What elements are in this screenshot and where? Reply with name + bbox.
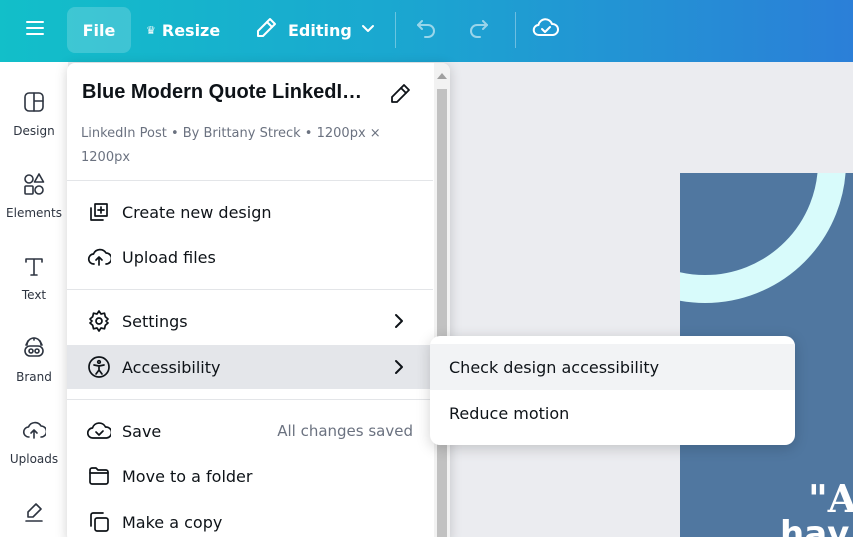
sidebar-item-text[interactable]: Text bbox=[0, 254, 68, 302]
pencil-icon bbox=[254, 16, 278, 44]
menu-item-label: Save bbox=[122, 421, 162, 441]
redo-icon bbox=[467, 16, 491, 44]
menu-item-move-to-folder[interactable]: Move to a folder bbox=[67, 454, 433, 498]
cloud-check-icon bbox=[86, 419, 113, 443]
undo-icon bbox=[414, 16, 438, 44]
menu-item-upload-files[interactable]: Upload files bbox=[67, 235, 433, 279]
accessibility-submenu: Check design accessibility Reduce motion bbox=[430, 336, 795, 445]
menu-item-label: Create new design bbox=[122, 202, 272, 222]
draw-icon bbox=[22, 500, 46, 528]
top-toolbar: File ♛ Resize Editing bbox=[0, 0, 853, 62]
submenu-item-label: Check design accessibility bbox=[449, 357, 660, 377]
chevron-right-icon bbox=[392, 311, 406, 335]
menu-item-accessibility[interactable]: Accessibility bbox=[67, 345, 433, 389]
menu-divider bbox=[67, 399, 433, 400]
canvas-ring-shape bbox=[680, 173, 846, 303]
toolbar-divider bbox=[395, 12, 396, 48]
menu-item-make-copy[interactable]: Make a copy bbox=[67, 500, 433, 537]
file-menu-panel: Blue Modern Quote LinkedI… LinkedIn Post… bbox=[67, 63, 450, 537]
toolbar-divider bbox=[515, 12, 516, 48]
menu-item-settings[interactable]: Settings bbox=[67, 299, 433, 343]
main-menu-button[interactable] bbox=[20, 7, 50, 53]
file-menu-button[interactable]: File bbox=[67, 7, 131, 53]
menu-item-label: Accessibility bbox=[122, 357, 221, 377]
menu-divider bbox=[67, 180, 433, 181]
scroll-up-arrow-icon[interactable] bbox=[437, 73, 447, 79]
cloud-upload-icon bbox=[22, 418, 48, 446]
menu-item-label: Settings bbox=[122, 311, 188, 331]
cloud-check-icon bbox=[532, 16, 560, 44]
resize-button[interactable]: ♛ Resize bbox=[146, 7, 220, 53]
sidebar-item-brand[interactable]: Brand bbox=[0, 336, 68, 384]
submenu-item-label: Reduce motion bbox=[449, 403, 570, 423]
canvas-quote-text-line2: hav bbox=[780, 514, 850, 537]
menu-scrollbar[interactable] bbox=[434, 63, 450, 537]
chevron-right-icon bbox=[392, 357, 406, 381]
sidebar-item-elements[interactable]: Elements bbox=[0, 172, 68, 220]
menu-divider bbox=[67, 289, 433, 290]
gear-icon bbox=[87, 309, 111, 333]
crown-icon: ♛ bbox=[146, 23, 156, 37]
scrollbar-thumb[interactable] bbox=[437, 89, 447, 537]
chevron-down-icon bbox=[360, 20, 376, 40]
shapes-icon bbox=[22, 172, 46, 200]
design-title[interactable]: Blue Modern Quote LinkedI… bbox=[82, 81, 362, 104]
sidebar-item-label: Design bbox=[13, 124, 55, 138]
save-status-button[interactable] bbox=[532, 7, 560, 53]
sidebar-item-label: Uploads bbox=[9, 452, 59, 466]
menu-item-label: Move to a folder bbox=[122, 466, 253, 486]
left-sidebar: Design Elements Text Brand Uploads bbox=[0, 62, 68, 537]
add-design-icon bbox=[87, 200, 111, 224]
menu-item-label: Upload files bbox=[122, 247, 216, 267]
sidebar-item-draw[interactable] bbox=[0, 500, 68, 528]
sidebar-item-design[interactable]: Design bbox=[0, 90, 68, 138]
file-button-label: File bbox=[82, 20, 116, 40]
layout-icon bbox=[22, 90, 46, 118]
brand-icon bbox=[22, 336, 46, 364]
submenu-item-check-design-accessibility[interactable]: Check design accessibility bbox=[430, 344, 795, 390]
save-status-text: All changes saved bbox=[277, 422, 413, 440]
pencil-icon bbox=[388, 84, 412, 110]
sidebar-item-label: Elements bbox=[6, 206, 62, 220]
sidebar-item-uploads[interactable]: Uploads bbox=[0, 418, 68, 466]
copy-icon bbox=[87, 510, 111, 534]
redo-button[interactable] bbox=[467, 7, 491, 53]
hamburger-menu-icon bbox=[25, 19, 45, 41]
submenu-item-reduce-motion[interactable]: Reduce motion bbox=[430, 390, 795, 436]
upload-cloud-icon bbox=[87, 245, 113, 269]
folder-icon bbox=[87, 464, 111, 488]
menu-item-label: Make a copy bbox=[122, 512, 223, 532]
menu-item-create-new-design[interactable]: Create new design bbox=[67, 190, 433, 234]
accessibility-icon bbox=[87, 355, 111, 379]
rename-button[interactable] bbox=[388, 82, 412, 110]
undo-button[interactable] bbox=[414, 7, 438, 53]
resize-button-label: Resize bbox=[161, 20, 221, 40]
sidebar-item-label: Brand bbox=[16, 370, 52, 384]
sidebar-item-label: Text bbox=[21, 288, 47, 302]
design-meta-info: LinkedIn Post • By Brittany Streck • 120… bbox=[81, 126, 381, 165]
editing-mode-dropdown[interactable]: Editing bbox=[254, 7, 376, 53]
menu-item-save[interactable]: Save All changes saved bbox=[67, 409, 433, 453]
editing-label: Editing bbox=[288, 20, 352, 40]
text-icon bbox=[22, 254, 46, 282]
